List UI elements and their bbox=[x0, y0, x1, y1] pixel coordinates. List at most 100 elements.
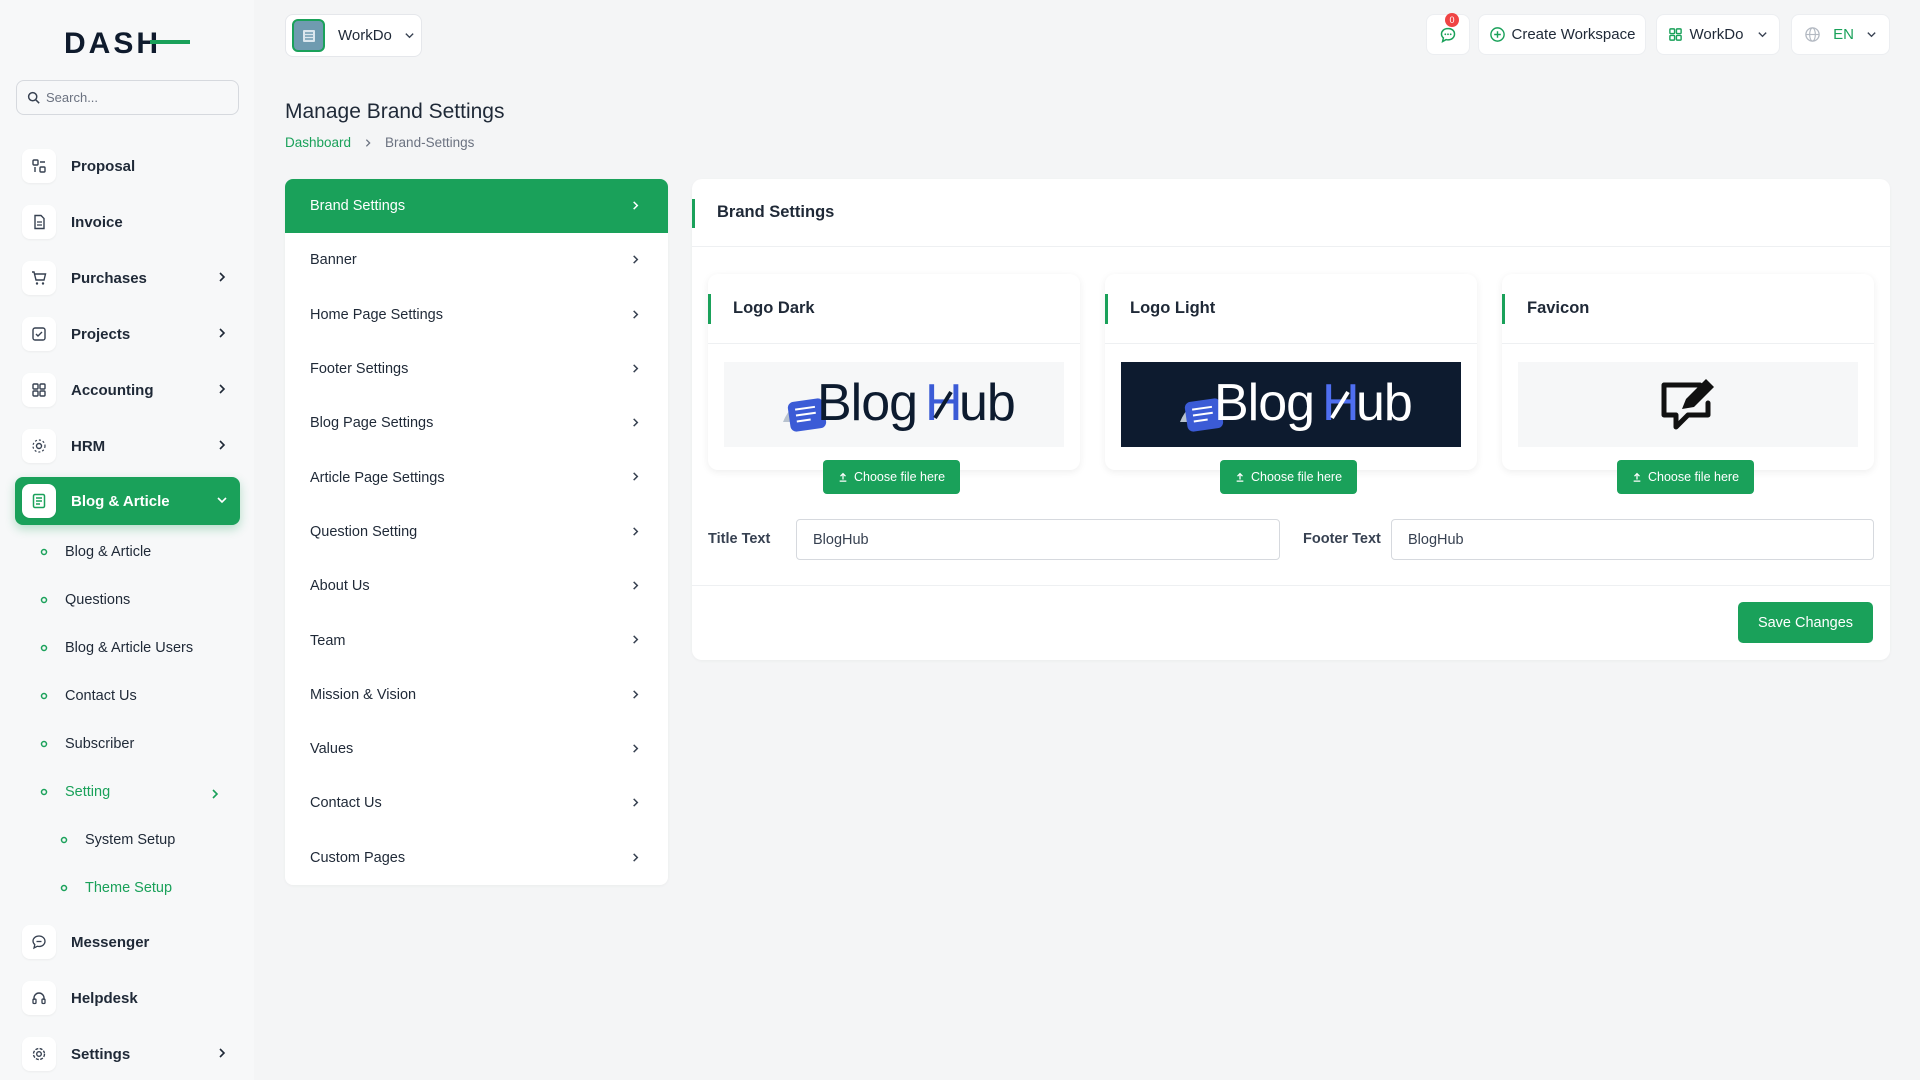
logo-dark-upload-button[interactable]: Choose file here bbox=[823, 460, 961, 494]
logo-light-title: Logo Light bbox=[1130, 299, 1216, 317]
chevron-right-icon bbox=[633, 527, 639, 536]
grid-icon bbox=[1668, 28, 1682, 41]
sidebar-sub-questions[interactable]: Questions bbox=[37, 592, 130, 608]
sidebar-item-projects[interactable]: Projects bbox=[15, 310, 240, 358]
settings-menu-label: Banner bbox=[310, 252, 357, 269]
sidebar-item-invoice[interactable]: Invoice bbox=[15, 198, 240, 246]
create-workspace-button[interactable]: Create Workspace bbox=[1478, 14, 1646, 55]
breadcrumb: Dashboard Brand-Settings bbox=[285, 135, 474, 150]
sidebar-item-accounting[interactable]: Accounting bbox=[15, 366, 240, 414]
chevron-right-icon bbox=[633, 852, 639, 862]
search-input[interactable] bbox=[46, 90, 226, 105]
title-text-input[interactable] bbox=[796, 519, 1280, 560]
button-label: Choose file here bbox=[854, 470, 946, 484]
settings-menu-item[interactable]: Home Page Settings bbox=[285, 288, 668, 342]
sidebar-item-purchases[interactable]: Purchases bbox=[15, 254, 240, 302]
logo-dark-card: Logo Dark Blog H ub bbox=[708, 274, 1080, 470]
svg-text:ub: ub bbox=[1356, 374, 1412, 432]
chevron-right-icon bbox=[633, 798, 639, 807]
sidebar-sub-blog-article-users[interactable]: Blog & Article Users bbox=[37, 640, 193, 656]
svg-text:Blog: Blog bbox=[1214, 374, 1314, 432]
chevron-right-icon bbox=[633, 309, 639, 319]
bullet-icon bbox=[40, 596, 48, 604]
settings-menu-item[interactable]: Article Page Settings bbox=[285, 450, 668, 504]
sidebar-sub-blog-article[interactable]: Blog & Article bbox=[37, 544, 151, 560]
sidebar-sub-setting[interactable]: Setting bbox=[37, 784, 227, 800]
sidebar-item-label: Invoice bbox=[71, 213, 123, 231]
bloghub-logo-dark: Blog H ub bbox=[783, 374, 1016, 432]
sidebar-sub-label: Blog & Article Users bbox=[65, 640, 194, 656]
workspace-switcher[interactable]: WorkDo bbox=[285, 14, 422, 57]
bullet-icon bbox=[40, 644, 48, 652]
settings-menu-item[interactable]: Brand Settings bbox=[285, 179, 668, 234]
chevron-right-icon bbox=[365, 138, 371, 147]
svg-text:ub: ub bbox=[959, 374, 1015, 432]
bullet-icon bbox=[60, 836, 68, 844]
chevron-right-icon bbox=[633, 472, 639, 482]
sidebar-item-label: Helpdesk bbox=[71, 989, 138, 1007]
workspace-avatar bbox=[292, 19, 325, 52]
settings-menu-label: Blog Page Settings bbox=[310, 415, 434, 432]
settings-menu-item[interactable]: Question Setting bbox=[285, 505, 668, 559]
sidebar-item-label: Settings bbox=[71, 1045, 131, 1063]
notifications-button[interactable]: 0 bbox=[1426, 13, 1470, 55]
favicon-card: Favicon bbox=[1502, 274, 1874, 470]
save-changes-button[interactable]: Save Changes bbox=[1738, 602, 1873, 643]
sidebar-sub-label: Theme Setup bbox=[85, 880, 173, 896]
settings-menu-label: Home Page Settings bbox=[310, 306, 443, 323]
footer-text-input[interactable] bbox=[1391, 519, 1874, 560]
settings-menu-item[interactable]: About Us bbox=[285, 559, 668, 613]
sidebar-item-proposal[interactable]: Proposal bbox=[15, 142, 240, 190]
settings-menu: Brand Settings Banner Home Page Settings Fo… bbox=[285, 179, 668, 885]
chevron-right-icon bbox=[219, 272, 226, 282]
sidebar-sub-subscriber[interactable]: Subscriber bbox=[37, 736, 134, 752]
settings-menu-item[interactable]: Mission & Vision bbox=[285, 668, 668, 722]
settings-menu-item[interactable]: Banner bbox=[285, 233, 668, 287]
favicon-title: Favicon bbox=[1527, 299, 1590, 317]
sidebar-item-helpdesk[interactable]: Helpdesk bbox=[15, 974, 240, 1022]
workspace-menu-button[interactable]: WorkDo bbox=[1656, 14, 1780, 55]
sidebar-sub-label: Questions bbox=[65, 592, 131, 608]
bullet-icon bbox=[40, 548, 48, 556]
breadcrumb-dashboard[interactable]: Dashboard bbox=[285, 135, 351, 150]
dash-logo[interactable]: DASH bbox=[64, 28, 190, 56]
settings-menu-label: Contact Us bbox=[310, 795, 382, 812]
chevron-right-icon bbox=[633, 201, 639, 210]
sidebar-sub-theme-setup[interactable]: Theme Setup bbox=[57, 880, 172, 896]
chevron-down-icon bbox=[1867, 32, 1876, 38]
chevron-down-icon bbox=[1758, 32, 1768, 38]
search-icon bbox=[27, 91, 40, 104]
chevron-right-icon bbox=[219, 1048, 226, 1058]
search-box[interactable] bbox=[16, 80, 239, 115]
upload-icon bbox=[839, 472, 847, 482]
blog-icon bbox=[32, 493, 46, 509]
button-label: Choose file here bbox=[1251, 470, 1343, 484]
sidebar-item-blog-article[interactable]: Blog & Article bbox=[15, 477, 240, 525]
language-selector[interactable]: EN bbox=[1791, 14, 1890, 55]
settings-menu-item[interactable]: Team bbox=[285, 613, 668, 667]
settings-menu-label: Question Setting bbox=[310, 523, 418, 540]
sidebar-item-hrm[interactable]: HRM bbox=[15, 422, 240, 470]
settings-menu-label: Custom Pages bbox=[310, 849, 406, 866]
invoice-icon bbox=[34, 214, 45, 230]
sidebar-item-settings[interactable]: Settings bbox=[15, 1030, 240, 1078]
chevron-right-icon bbox=[633, 689, 639, 699]
sidebar-sub-system-setup[interactable]: System Setup bbox=[57, 832, 175, 848]
sidebar-item-messenger[interactable]: Messenger bbox=[15, 918, 240, 966]
create-workspace-label: Create Workspace bbox=[1511, 26, 1636, 43]
svg-text:DASH: DASH bbox=[64, 28, 161, 56]
sidebar-sub-contact-us[interactable]: Contact Us bbox=[37, 688, 137, 704]
logo-light-upload-button[interactable]: Choose file here bbox=[1220, 460, 1358, 494]
settings-menu-item[interactable]: Blog Page Settings bbox=[285, 396, 668, 450]
sidebar-item-label: Purchases bbox=[71, 269, 147, 287]
settings-menu-item[interactable]: Footer Settings bbox=[285, 342, 668, 396]
sidebar-sub-label: Setting bbox=[65, 784, 111, 800]
sidebar-item-label: Blog & Article bbox=[71, 492, 170, 510]
settings-menu-item[interactable]: Custom Pages bbox=[285, 831, 668, 885]
sidebar-item-label: Messenger bbox=[71, 933, 150, 951]
sidebar-sub-label: Subscriber bbox=[65, 736, 135, 752]
settings-menu-item[interactable]: Values bbox=[285, 722, 668, 776]
favicon-upload-button[interactable]: Choose file here bbox=[1617, 460, 1755, 494]
projects-icon bbox=[32, 327, 46, 341]
settings-menu-item[interactable]: Contact Us bbox=[285, 776, 668, 830]
